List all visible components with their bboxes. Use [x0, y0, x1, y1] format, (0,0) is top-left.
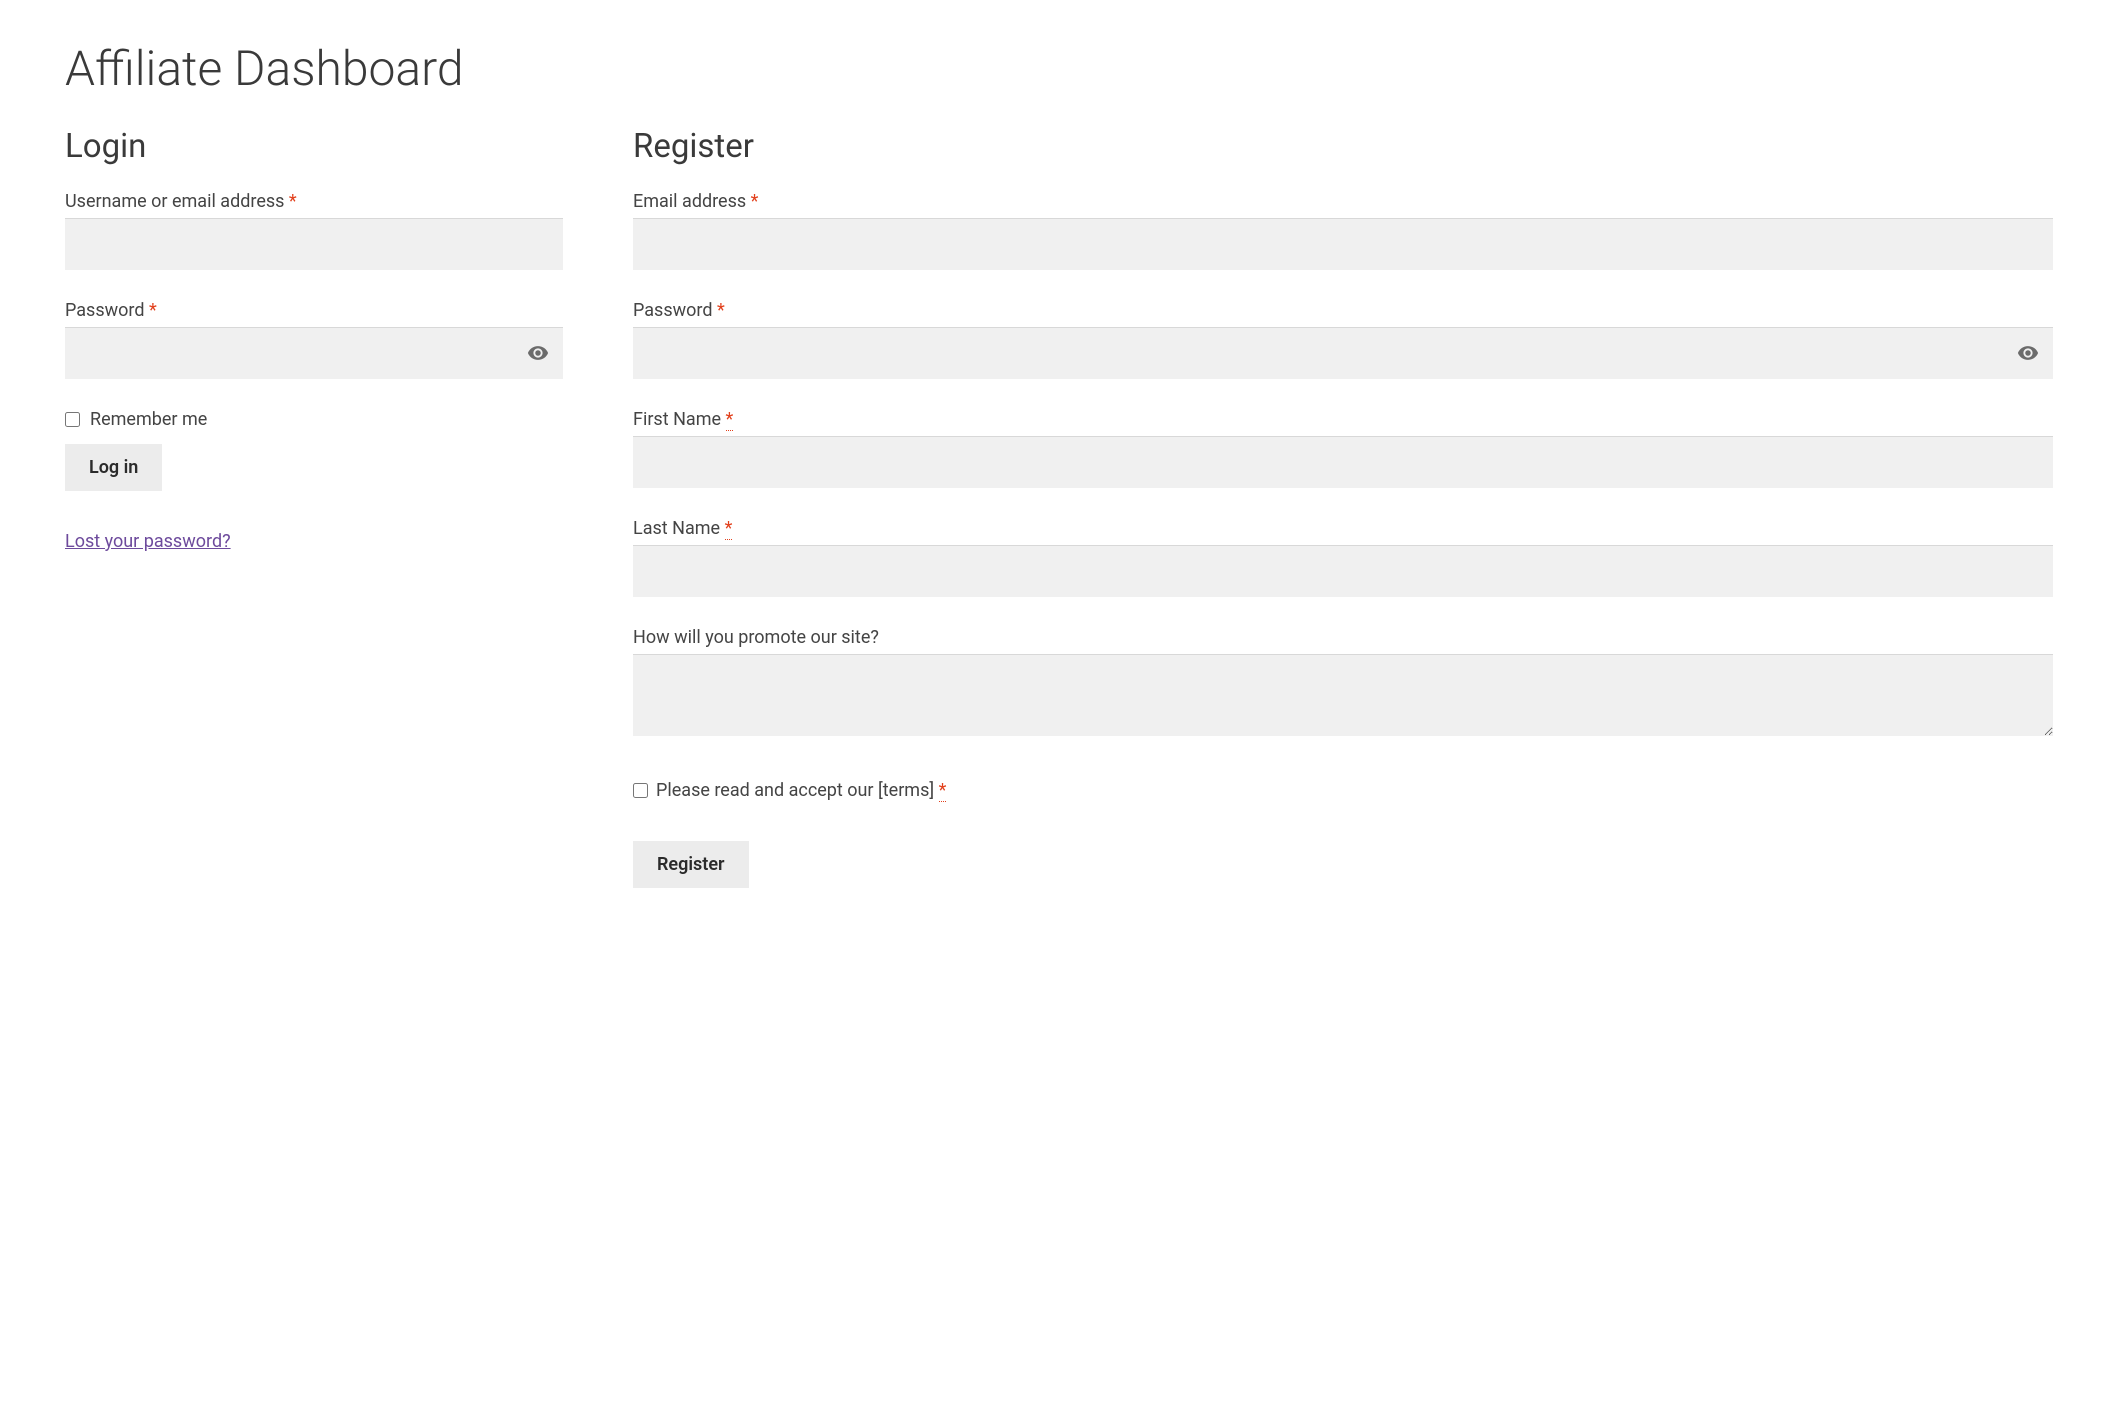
login-username-label: Username or email address *	[65, 191, 563, 212]
required-marker: *	[725, 518, 733, 540]
login-button[interactable]: Log in	[65, 444, 162, 491]
register-firstname-field[interactable]	[633, 436, 2053, 488]
register-password-field[interactable]	[633, 327, 2053, 379]
remember-me-checkbox[interactable]	[65, 412, 80, 427]
register-password-label-text: Password	[633, 300, 717, 321]
login-password-field[interactable]	[65, 327, 563, 379]
terms-label: Please read and accept our [terms]	[656, 780, 939, 801]
register-firstname-label: First Name *	[633, 409, 2053, 430]
remember-me-label: Remember me	[90, 409, 207, 430]
register-section: Register Email address * Password *	[633, 127, 2053, 888]
login-section: Login Username or email address * Passwo…	[65, 127, 563, 888]
eye-icon[interactable]	[527, 342, 549, 364]
login-password-label: Password *	[65, 300, 563, 321]
register-email-label: Email address *	[633, 191, 2053, 212]
register-promote-field[interactable]	[633, 654, 2053, 736]
required-marker: *	[149, 300, 157, 321]
required-marker: *	[717, 300, 725, 321]
eye-icon[interactable]	[2017, 342, 2039, 364]
register-lastname-label: Last Name *	[633, 518, 2053, 539]
register-heading: Register	[633, 127, 2053, 166]
required-marker: *	[289, 191, 297, 212]
register-firstname-label-text: First Name	[633, 409, 726, 430]
register-email-label-text: Email address	[633, 191, 751, 212]
lost-password-link[interactable]: Lost your password?	[65, 531, 231, 552]
register-button[interactable]: Register	[633, 841, 749, 888]
login-heading: Login	[65, 127, 563, 166]
login-password-label-text: Password	[65, 300, 149, 321]
register-password-label: Password *	[633, 300, 2053, 321]
register-email-field[interactable]	[633, 218, 2053, 270]
terms-checkbox[interactable]	[633, 783, 648, 798]
login-username-field[interactable]	[65, 218, 563, 270]
required-marker: *	[751, 191, 759, 212]
required-marker: *	[726, 409, 734, 431]
register-lastname-label-text: Last Name	[633, 518, 725, 539]
page-title: Affiliate Dashboard	[65, 40, 2053, 97]
register-promote-label: How will you promote our site?	[633, 627, 2053, 648]
login-username-label-text: Username or email address	[65, 191, 289, 212]
register-lastname-field[interactable]	[633, 545, 2053, 597]
required-marker: *	[939, 780, 947, 802]
